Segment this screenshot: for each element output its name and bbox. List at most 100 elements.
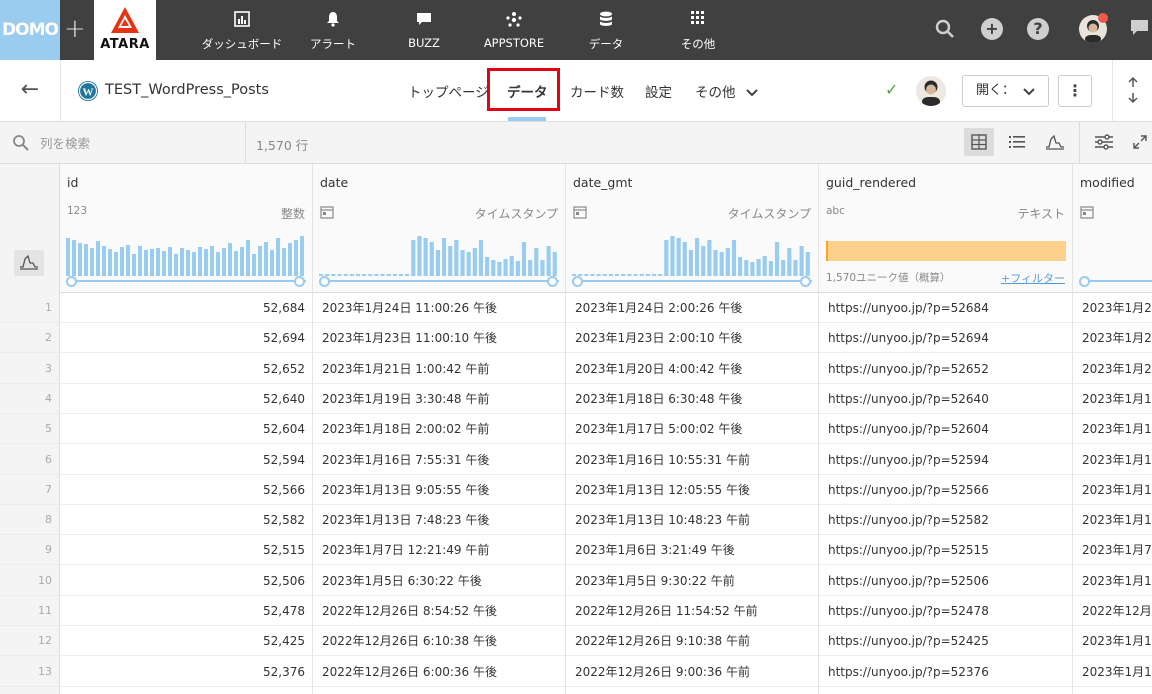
modified-cell[interactable]: 2023年1月1 (1073, 657, 1152, 687)
range-slider-max-handle[interactable] (547, 276, 558, 287)
atara-logo[interactable]: ATARA (94, 0, 156, 60)
date-gmt-cell[interactable]: 2023年1月17日 5:00:02 午後 (566, 414, 819, 444)
id-cell[interactable]: 52,582 (60, 505, 313, 535)
tab-settings[interactable]: 設定 (645, 81, 672, 101)
modified-cell[interactable]: 2022年12月 (1073, 596, 1152, 626)
histogram-view-button[interactable] (1040, 128, 1070, 156)
dataset-title[interactable]: TEST_WordPress_Posts (105, 82, 269, 98)
nav-appstore[interactable]: APPSTORE (478, 0, 550, 60)
range-slider-max-handle[interactable] (800, 276, 811, 287)
range-slider-min-handle[interactable] (572, 276, 583, 287)
table-row[interactable]: 6 52,594 2023年1月16日 7:55:31 午後 2023年1月16日 1… (0, 445, 1152, 475)
id-cell[interactable]: 52,684 (60, 293, 313, 323)
column-header[interactable]: id 123 整数 (60, 164, 312, 293)
date-cell[interactable]: 2022年12月26日 8:54:52 午後 (313, 596, 566, 626)
column-search-input[interactable] (40, 132, 230, 154)
date-cell[interactable]: 2023年1月13日 7:48:23 午後 (313, 505, 566, 535)
id-cell[interactable]: 52,425 (60, 626, 313, 656)
range-slider-min-handle[interactable] (1079, 276, 1090, 287)
date-gmt-cell[interactable]: 2022年12月26日 9:00:36 午前 (566, 657, 819, 687)
date-gmt-cell[interactable]: 2023年1月5日 9:30:22 午前 (566, 566, 819, 596)
guid-cell[interactable]: https://unyoo.jp/?p=52640 (819, 384, 1073, 414)
more-options-button[interactable]: ⋮ (1058, 75, 1092, 107)
id-cell[interactable]: 52,478 (60, 596, 313, 626)
range-slider-min-handle[interactable] (66, 276, 77, 287)
date-cell[interactable]: 2022年12月26日 6:10:38 午後 (313, 626, 566, 656)
modified-cell[interactable]: 2023年1月1 (1073, 384, 1152, 414)
table-row[interactable]: 5 52,604 2023年1月18日 2:00:02 午前 2023年1月17日 5… (0, 414, 1152, 445)
date-cell[interactable]: 2023年1月19日 3:30:48 午前 (313, 384, 566, 414)
histogram-toggle-button[interactable] (14, 250, 44, 276)
guid-cell[interactable]: https://unyoo.jp/?p=52376 (819, 657, 1073, 687)
modified-cell[interactable]: 2023年1月1 (1073, 626, 1152, 656)
modified-cell[interactable]: 2023年1月1 (1073, 475, 1152, 505)
id-cell[interactable]: 52,640 (60, 384, 313, 414)
guid-cell[interactable]: https://unyoo.jp/?p=52566 (819, 475, 1073, 505)
tab-cards[interactable]: カード数 (570, 81, 624, 101)
id-cell[interactable]: 52,694 (60, 323, 313, 353)
nav-more[interactable]: その他 (668, 0, 728, 60)
guid-cell[interactable]: https://unyoo.jp/?p=52684 (819, 293, 1073, 323)
open-with-button[interactable]: 開く： (962, 75, 1049, 107)
add-button[interactable]: + (981, 18, 1005, 42)
guid-cell[interactable]: https://unyoo.jp/?p=52506 (819, 566, 1073, 596)
table-row[interactable]: 13 52,376 2022年12月26日 6:00:36 午後 2022年12月26… (0, 657, 1152, 687)
back-button[interactable]: ← (0, 60, 61, 122)
add-filter-link[interactable]: +フィルター (1001, 270, 1065, 286)
list-view-button[interactable] (1002, 128, 1032, 156)
date-gmt-cell[interactable]: 2023年1月20日 4:00:42 午後 (566, 354, 819, 384)
tab-overview[interactable]: トップページ (408, 81, 489, 101)
modified-cell[interactable]: 2023年1月7 (1073, 535, 1152, 565)
date-cell[interactable]: 2023年1月24日 11:00:26 午後 (313, 293, 566, 323)
help-button[interactable]: ? (1027, 18, 1051, 42)
nav-alert[interactable]: アラート (300, 0, 366, 60)
date-cell[interactable]: 2023年1月18日 2:00:02 午前 (313, 414, 566, 444)
id-cell[interactable]: 52,506 (60, 566, 313, 596)
modified-cell[interactable]: 2023年1月2 (1073, 323, 1152, 353)
table-row[interactable]: 9 52,515 2023年1月7日 12:21:49 午前 2023年1月6日 3:… (0, 535, 1152, 566)
guid-cell[interactable]: https://unyoo.jp/?p=52582 (819, 505, 1073, 535)
table-row[interactable]: 10 52,506 2023年1月5日 6:30:22 午後 2023年1月5日 9:… (0, 566, 1152, 596)
guid-cell[interactable]: https://unyoo.jp/?p=52425 (819, 626, 1073, 656)
modified-cell[interactable]: 2023年1月1 (1073, 414, 1152, 444)
date-cell[interactable]: 2023年1月21日 1:00:42 午前 (313, 354, 566, 384)
id-cell[interactable]: 52,566 (60, 475, 313, 505)
date-gmt-cell[interactable]: 2023年1月23日 2:00:10 午後 (566, 323, 819, 353)
filter-settings-button[interactable] (1089, 128, 1119, 156)
date-gmt-cell[interactable]: 2023年1月13日 12:05:55 午後 (566, 475, 819, 505)
range-slider-max-handle[interactable] (294, 276, 305, 287)
range-slider-min-handle[interactable] (319, 276, 330, 287)
id-cell[interactable]: 52,594 (60, 445, 313, 475)
modified-cell[interactable]: 2023年1月1 (1073, 566, 1152, 596)
date-gmt-cell[interactable]: 2023年1月6日 3:21:49 午後 (566, 535, 819, 565)
guid-cell[interactable]: https://unyoo.jp/?p=52652 (819, 354, 1073, 384)
guid-cell[interactable]: https://unyoo.jp/?p=52478 (819, 596, 1073, 626)
table-row[interactable]: 4 52,640 2023年1月19日 3:30:48 午前 2023年1月18日 6… (0, 384, 1152, 414)
guid-cell[interactable]: https://unyoo.jp/?p=52594 (819, 445, 1073, 475)
modified-cell[interactable]: 2023年1月2 (1073, 293, 1152, 323)
modified-cell[interactable]: 2023年1月2 (1073, 354, 1152, 384)
id-cell[interactable]: 52,604 (60, 414, 313, 444)
id-cell[interactable]: 52,376 (60, 657, 313, 687)
nav-buzz[interactable]: BUZZ (394, 0, 454, 60)
table-row[interactable]: 7 52,566 2023年1月13日 9:05:55 午後 2023年1月13日 1… (0, 475, 1152, 505)
column-header[interactable]: modified (1073, 164, 1152, 293)
column-header[interactable]: guid_rendered abc テキスト 1,570ユニーク値（概算） +フ… (819, 164, 1072, 293)
date-cell[interactable]: 2023年1月16日 7:55:31 午後 (313, 445, 566, 475)
tab-more[interactable]: その他 (695, 81, 758, 101)
table-row[interactable]: 1 52,684 2023年1月24日 11:00:26 午後 2023年1月24日 … (0, 293, 1152, 323)
chat-panel-button[interactable] (1130, 18, 1152, 42)
id-cell[interactable]: 52,515 (60, 535, 313, 565)
modified-cell[interactable]: 2023年1月1 (1073, 445, 1152, 475)
date-gmt-cell[interactable]: 2022年12月26日 11:54:52 午前 (566, 596, 819, 626)
nav-dashboard[interactable]: ダッシュボード (192, 0, 292, 60)
date-gmt-cell[interactable]: 2022年12月26日 9:10:38 午前 (566, 626, 819, 656)
id-cell[interactable]: 52,652 (60, 354, 313, 384)
table-row[interactable]: 12 52,425 2022年12月26日 6:10:38 午後 2022年12月26… (0, 626, 1152, 657)
table-view-button[interactable] (964, 128, 994, 156)
nav-data[interactable]: データ (576, 0, 636, 60)
date-cell[interactable]: 2023年1月7日 12:21:49 午前 (313, 535, 566, 565)
table-row[interactable]: 2 52,694 2023年1月23日 11:00:10 午後 2023年1月23日 … (0, 323, 1152, 354)
guid-cell[interactable]: https://unyoo.jp/?p=52694 (819, 323, 1073, 353)
table-row[interactable]: 3 52,652 2023年1月21日 1:00:42 午前 2023年1月20日 4… (0, 354, 1152, 384)
